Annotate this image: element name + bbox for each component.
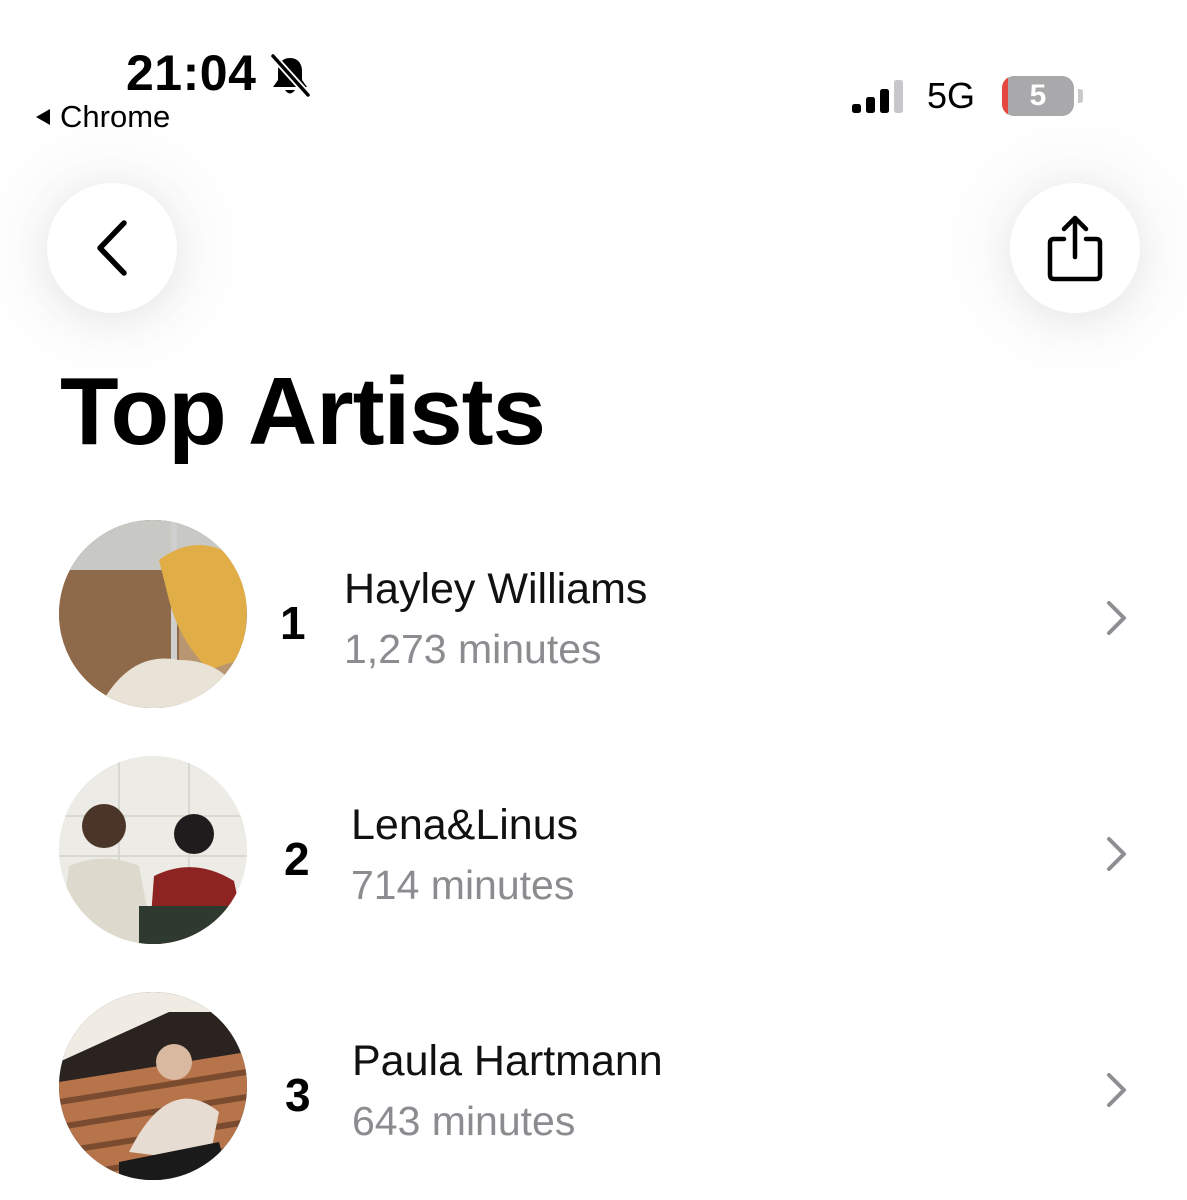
back-app-label: Chrome <box>60 99 171 134</box>
chevron-left-icon <box>97 220 127 276</box>
share-icon <box>1047 215 1103 282</box>
share-button[interactable] <box>1010 183 1140 313</box>
battery-tip <box>1078 89 1083 103</box>
artist-row-2[interactable]: 2 Lena&Linus 714 minutes <box>0 754 1187 950</box>
artist-minutes: 1,273 minutes <box>344 626 602 672</box>
back-to-app-link[interactable]: Chrome <box>36 101 170 132</box>
artist-rank: 2 <box>284 833 310 885</box>
cellular-signal-icon <box>852 80 903 113</box>
status-time: 21:04 <box>126 45 257 101</box>
battery-icon: 5 <box>1002 76 1074 116</box>
artist-avatar <box>59 756 247 944</box>
artist-name: Lena&Linus <box>351 801 579 849</box>
artist-minutes: 643 minutes <box>352 1098 576 1144</box>
back-button[interactable] <box>47 183 177 313</box>
artist-rank: 3 <box>285 1069 311 1121</box>
back-triangle-icon <box>36 108 50 125</box>
page-title: Top Artists <box>60 358 546 465</box>
artist-row-1[interactable]: 1 Hayley Williams 1,273 minutes <box>0 518 1187 714</box>
screen: 21:04 Chrome 5G 5 Top Artists 1 Hayley W… <box>0 0 1187 1200</box>
artist-minutes: 714 minutes <box>351 862 575 908</box>
chevron-right-icon <box>1107 837 1126 871</box>
bell-slash-icon <box>269 52 312 98</box>
network-type: 5G <box>927 75 976 116</box>
artist-avatar <box>59 992 247 1180</box>
artist-rank: 1 <box>280 597 306 649</box>
battery-percent: 5 <box>1029 79 1047 112</box>
artist-name: Paula Hartmann <box>352 1037 663 1085</box>
artist-name: Hayley Williams <box>344 565 648 613</box>
chevron-right-icon <box>1107 1073 1126 1107</box>
artist-avatar <box>59 520 247 708</box>
chevron-right-icon <box>1107 601 1126 635</box>
artist-row-3[interactable]: 3 Paula Hartmann 643 minutes <box>0 990 1187 1186</box>
